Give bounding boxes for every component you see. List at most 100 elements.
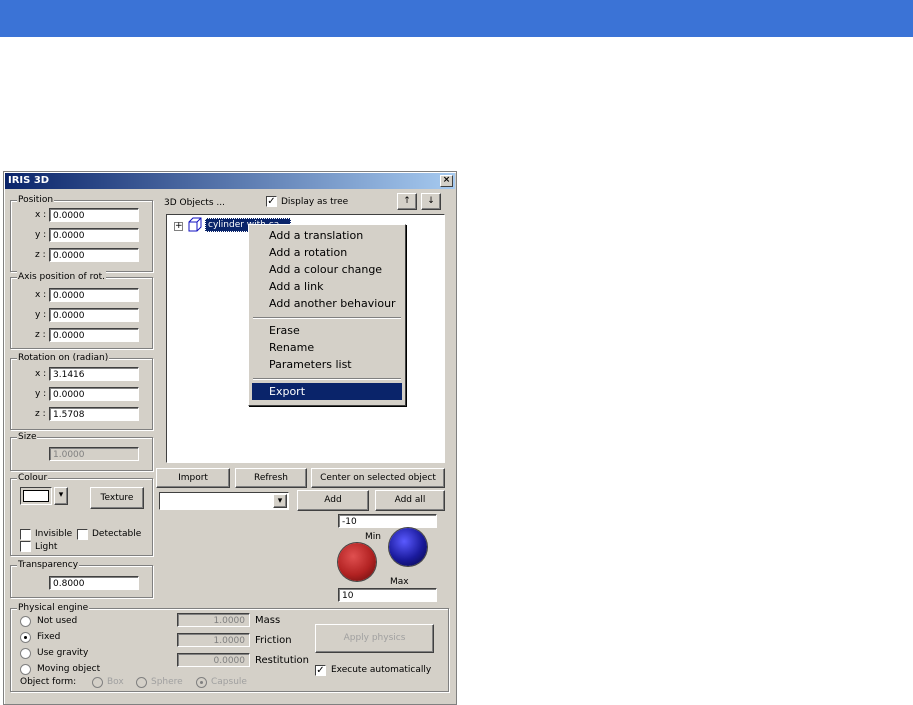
refresh-button[interactable]: Refresh bbox=[235, 468, 307, 488]
position-y-label: y : bbox=[35, 230, 47, 240]
mode-not-used-label: Not used bbox=[37, 616, 78, 626]
window-titlebar: IRIS 3D × bbox=[5, 173, 455, 189]
move-down-icon[interactable]: ↓ bbox=[421, 193, 441, 210]
mode-not-used-radio[interactable] bbox=[20, 616, 31, 627]
position-x-input[interactable]: 0.0000 bbox=[49, 208, 139, 222]
menu-add-link[interactable]: Add a link bbox=[252, 278, 402, 295]
axis-group: Axis position of rot. x : 0.0000 y : 0.0… bbox=[10, 271, 153, 349]
max-label: Max bbox=[390, 577, 409, 587]
center-selected-button[interactable]: Center on selected object bbox=[311, 468, 445, 488]
objects-label: 3D Objects ... bbox=[164, 198, 225, 208]
apply-physics-button[interactable]: Apply physics bbox=[315, 624, 434, 653]
axis-y-input[interactable]: 0.0000 bbox=[49, 308, 139, 322]
import-button[interactable]: Import bbox=[156, 468, 230, 488]
rotation-z-label: z : bbox=[35, 409, 46, 419]
rotation-x-label: x : bbox=[35, 369, 47, 379]
light-label: Light bbox=[35, 542, 58, 552]
size-input[interactable]: 1.0000 bbox=[49, 447, 139, 461]
axis-z-input[interactable]: 0.0000 bbox=[49, 328, 139, 342]
close-icon[interactable]: × bbox=[440, 175, 453, 187]
move-up-icon[interactable]: ↑ bbox=[397, 193, 417, 210]
menu-separator bbox=[253, 317, 401, 319]
axis-label: Axis position of rot. bbox=[17, 271, 106, 283]
form-sphere-radio[interactable] bbox=[136, 677, 147, 688]
light-checkbox[interactable] bbox=[20, 541, 31, 552]
mode-gravity-radio[interactable] bbox=[20, 648, 31, 659]
menu-add-translation[interactable]: Add a translation bbox=[252, 227, 402, 244]
behaviour-select[interactable]: ▾ bbox=[159, 492, 289, 510]
execute-automatically-label: Execute automatically bbox=[331, 665, 432, 675]
window-title: IRIS 3D bbox=[8, 175, 50, 186]
rotation-z-input[interactable]: 1.5708 bbox=[49, 407, 139, 421]
friction-label: Friction bbox=[255, 635, 292, 646]
axis-x-input[interactable]: 0.0000 bbox=[49, 288, 139, 302]
menu-parameters-list[interactable]: Parameters list bbox=[252, 356, 402, 373]
menu-rename[interactable]: Rename bbox=[252, 339, 402, 356]
execute-automatically-checkbox[interactable]: ✓ bbox=[315, 665, 326, 676]
mode-gravity-label: Use gravity bbox=[37, 648, 89, 658]
size-group: Size 1.0000 bbox=[10, 431, 153, 471]
min-label: Min bbox=[365, 532, 381, 542]
min-knob[interactable] bbox=[338, 543, 376, 581]
restitution-input[interactable]: 0.0000 bbox=[177, 653, 250, 667]
add-button[interactable]: Add bbox=[297, 490, 369, 511]
friction-input[interactable]: 1.0000 bbox=[177, 633, 250, 647]
colour-label: Colour bbox=[17, 472, 49, 484]
display-tree-checkbox[interactable]: ✓ bbox=[266, 196, 277, 207]
check-mark-icon: ✓ bbox=[316, 665, 325, 676]
expand-icon[interactable]: + bbox=[174, 222, 183, 231]
axis-x-label: x : bbox=[35, 290, 47, 300]
mode-fixed-label: Fixed bbox=[37, 632, 61, 642]
texture-button[interactable]: Texture bbox=[90, 487, 144, 509]
position-group: Position x : 0.0000 y : 0.0000 z : 0.000… bbox=[10, 194, 153, 272]
restitution-label: Restitution bbox=[255, 655, 309, 666]
form-box-label: Box bbox=[107, 677, 124, 687]
top-banner bbox=[0, 0, 913, 37]
axis-z-label: z : bbox=[35, 330, 46, 340]
colour-swatch[interactable] bbox=[20, 487, 52, 505]
transparency-input[interactable]: 0.8000 bbox=[49, 576, 139, 590]
rotation-y-label: y : bbox=[35, 389, 47, 399]
max-knob[interactable] bbox=[389, 528, 427, 566]
mass-input[interactable]: 1.0000 bbox=[177, 613, 250, 627]
form-sphere-label: Sphere bbox=[151, 677, 183, 687]
position-x-label: x : bbox=[35, 210, 47, 220]
menu-add-rotation[interactable]: Add a rotation bbox=[252, 244, 402, 261]
detectable-checkbox[interactable] bbox=[77, 529, 88, 540]
position-z-label: z : bbox=[35, 250, 46, 260]
mode-fixed-radio[interactable] bbox=[20, 632, 31, 643]
detectable-label: Detectable bbox=[92, 529, 142, 539]
position-y-input[interactable]: 0.0000 bbox=[49, 228, 139, 242]
colour-group: Colour ▾ Texture Invisible Detectable Li… bbox=[10, 472, 153, 556]
menu-export[interactable]: Export bbox=[252, 383, 402, 400]
invisible-checkbox[interactable] bbox=[20, 529, 31, 540]
size-label: Size bbox=[17, 431, 38, 443]
menu-add-colour-change[interactable]: Add a colour change bbox=[252, 261, 402, 278]
cube-icon bbox=[188, 217, 202, 232]
select-dropdown-icon[interactable]: ▾ bbox=[273, 494, 287, 508]
invisible-label: Invisible bbox=[35, 529, 73, 539]
form-capsule-label: Capsule bbox=[211, 677, 247, 687]
rotation-x-input[interactable]: 3.1416 bbox=[49, 367, 139, 381]
colour-dropdown-icon[interactable]: ▾ bbox=[54, 487, 68, 505]
transparency-group: Transparency 0.8000 bbox=[10, 559, 153, 598]
physics-label: Physical engine bbox=[17, 602, 90, 614]
menu-add-another-behaviour[interactable]: Add another behaviour bbox=[252, 295, 402, 312]
max-value-input[interactable]: 10 bbox=[338, 588, 437, 602]
form-box-radio[interactable] bbox=[92, 677, 103, 688]
physics-group: Physical engine Not used Fixed Use gravi… bbox=[10, 602, 449, 692]
position-label: Position bbox=[17, 194, 55, 206]
colour-swatch-fill bbox=[23, 490, 49, 502]
min-value-input[interactable]: -10 bbox=[338, 514, 437, 528]
menu-separator bbox=[253, 378, 401, 380]
menu-erase[interactable]: Erase bbox=[252, 322, 402, 339]
mode-moving-label: Moving object bbox=[37, 664, 101, 674]
rotation-group: Rotation on (radian) x : 3.1416 y : 0.00… bbox=[10, 352, 153, 430]
mode-moving-radio[interactable] bbox=[20, 664, 31, 675]
axis-y-label: y : bbox=[35, 310, 47, 320]
form-capsule-radio[interactable] bbox=[196, 677, 207, 688]
position-z-input[interactable]: 0.0000 bbox=[49, 248, 139, 262]
mass-label: Mass bbox=[255, 615, 281, 626]
add-all-button[interactable]: Add all bbox=[375, 490, 445, 511]
rotation-y-input[interactable]: 0.0000 bbox=[49, 387, 139, 401]
